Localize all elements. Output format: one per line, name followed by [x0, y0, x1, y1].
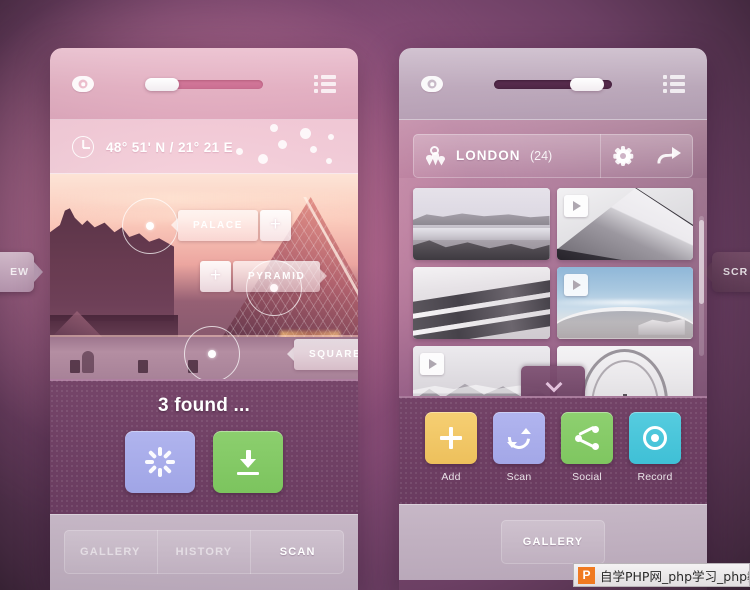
- chevron-down-icon: [547, 376, 560, 389]
- list-view-icon[interactable]: [314, 75, 336, 93]
- play-icon[interactable]: [563, 195, 588, 217]
- plus-icon: [439, 426, 463, 450]
- watermark-text: 自学PHP网_php学习_php教: [600, 568, 750, 584]
- ar-marker[interactable]: [122, 198, 178, 254]
- location-bar: LONDON (24): [413, 134, 693, 178]
- scan-action-buttons: [50, 431, 358, 493]
- gear-icon[interactable]: [613, 146, 633, 166]
- tab-gallery[interactable]: GALLERY: [501, 520, 605, 564]
- photo-thumbnail: [413, 188, 550, 260]
- left-topbar: [50, 48, 358, 120]
- ar-marker[interactable]: [184, 326, 240, 379]
- refresh-scan-button[interactable]: [125, 431, 195, 493]
- zoom-slider[interactable]: [145, 77, 263, 91]
- gallery-item[interactable]: [413, 188, 550, 260]
- scan-panel: 48° 51' N / 21° 21 E PALACE + + PYRAMID …: [50, 48, 358, 590]
- quick-action-label: Scan: [506, 471, 532, 483]
- right-tab-segment: GALLERY: [501, 520, 605, 564]
- watermark-logo: P: [578, 566, 595, 584]
- download-icon: [235, 449, 261, 475]
- clock-icon: [72, 136, 94, 158]
- zoom-slider-handle[interactable]: [570, 77, 604, 91]
- edge-tab-right-label: SCR: [723, 266, 749, 278]
- gallery-item[interactable]: [556, 188, 693, 260]
- play-icon[interactable]: [563, 274, 588, 296]
- coordinate-strip: 48° 51' N / 21° 21 E: [50, 120, 358, 174]
- quick-action-label: Social: [572, 471, 602, 483]
- quick-action-social[interactable]: Social: [561, 412, 613, 483]
- gallery-item[interactable]: [556, 267, 693, 339]
- quick-action-label: Record: [637, 471, 673, 483]
- zoom-slider-handle[interactable]: [145, 77, 179, 91]
- ar-tag-label[interactable]: PALACE: [171, 210, 258, 241]
- gallery-item[interactable]: [413, 267, 550, 339]
- watermark: P 自学PHP网_php学习_php教: [573, 563, 750, 587]
- photo-thumbnail: [413, 267, 550, 339]
- expand-gallery-button[interactable]: [521, 366, 585, 396]
- quick-action-add[interactable]: Add: [425, 412, 477, 483]
- ar-tag-palace[interactable]: PALACE +: [171, 210, 293, 241]
- quick-action-scan[interactable]: Scan: [493, 412, 545, 483]
- play-icon[interactable]: [420, 353, 444, 375]
- gallery-panel: LONDON (24) Add Scan Social Record GALLE…: [399, 48, 707, 590]
- scan-status-zone: 3 found ...: [50, 379, 358, 514]
- left-tabbar: GALLERY HISTORY SCAN: [50, 514, 358, 590]
- location-bar-wrap: LONDON (24): [399, 120, 707, 178]
- edge-tab-left[interactable]: EW: [0, 252, 43, 292]
- quick-actions-zone: Add Scan Social Record: [399, 396, 707, 504]
- ar-tag-add-button[interactable]: +: [200, 261, 231, 292]
- list-view-icon[interactable]: [663, 75, 685, 93]
- ar-camera-view[interactable]: PALACE + + PYRAMID SQUARE +: [50, 174, 358, 379]
- tab-scan[interactable]: SCAN: [251, 530, 344, 574]
- edge-tab-left-label: EW: [10, 266, 29, 278]
- gallery-grid-wrap[interactable]: [399, 178, 707, 396]
- right-topbar: [399, 48, 707, 120]
- quick-action-record[interactable]: Record: [629, 412, 681, 483]
- refresh-icon: [503, 422, 535, 454]
- zoom-slider[interactable]: [494, 77, 612, 91]
- share-nodes-icon: [574, 425, 600, 450]
- location-selector[interactable]: LONDON (24): [413, 134, 601, 178]
- tab-gallery[interactable]: GALLERY: [64, 530, 158, 574]
- eye-icon[interactable]: [72, 73, 94, 95]
- location-actions: [601, 134, 693, 178]
- map-pin-icon: [426, 145, 445, 166]
- location-count: (24): [529, 149, 553, 163]
- tab-history[interactable]: HISTORY: [158, 530, 252, 574]
- ar-tag-label[interactable]: SQUARE: [286, 339, 358, 370]
- spinner-icon: [145, 447, 175, 477]
- record-icon: [643, 426, 667, 450]
- found-count-label: 3 found ...: [158, 395, 250, 416]
- ar-tag-label[interactable]: PYRAMID: [233, 261, 328, 292]
- scrollbar-thumb[interactable]: [699, 220, 704, 304]
- location-name: LONDON: [456, 148, 521, 163]
- gallery-scrollbar[interactable]: [699, 216, 704, 356]
- ar-tag-pyramid[interactable]: + PYRAMID: [198, 261, 328, 292]
- download-button[interactable]: [213, 431, 283, 493]
- edge-tab-right[interactable]: SCR: [703, 252, 750, 292]
- left-tab-segment: GALLERY HISTORY SCAN: [64, 530, 344, 574]
- bubble-decoration: [228, 120, 348, 174]
- ar-tag-square[interactable]: SQUARE +: [286, 339, 358, 370]
- coordinates-text: 48° 51' N / 21° 21 E: [106, 139, 234, 155]
- eye-icon[interactable]: [421, 73, 443, 95]
- gallery-grid: [413, 188, 693, 396]
- ar-tag-add-button[interactable]: +: [259, 210, 291, 241]
- share-arrow-icon[interactable]: [656, 147, 681, 165]
- quick-action-label: Add: [441, 471, 461, 483]
